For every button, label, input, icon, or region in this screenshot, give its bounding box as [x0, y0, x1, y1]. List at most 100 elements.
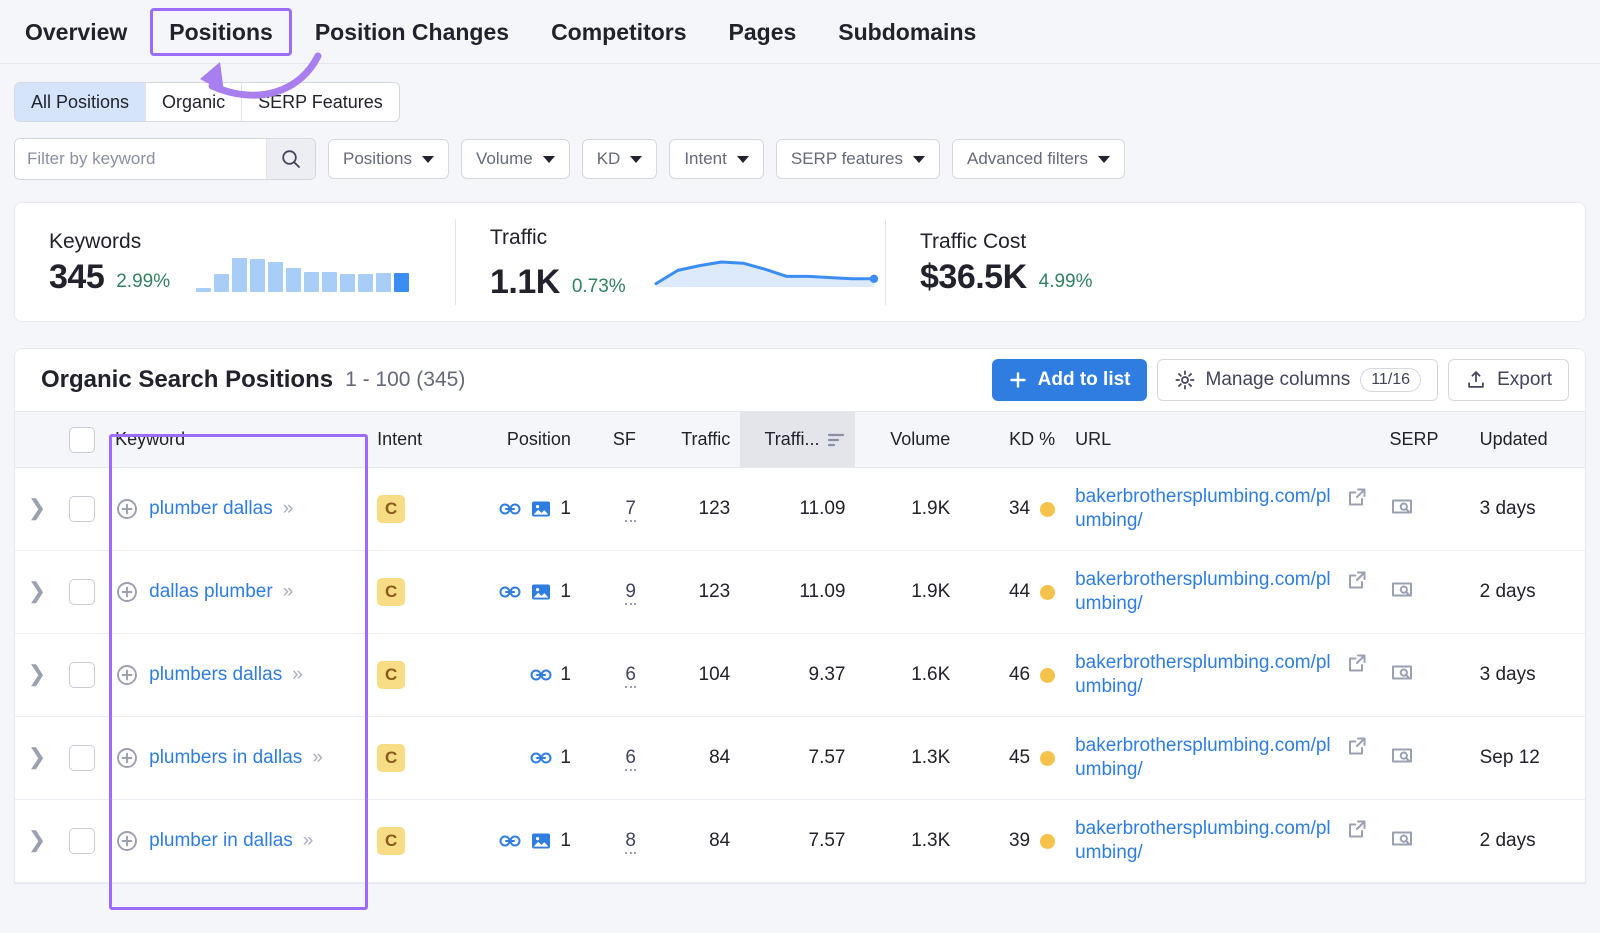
external-link-icon[interactable]: [1345, 485, 1369, 509]
header-keyword[interactable]: Keyword: [105, 411, 368, 468]
chevron-right-icon[interactable]: ❯: [28, 744, 46, 769]
header-traffic[interactable]: Traffic: [645, 411, 741, 468]
nav-item-subdomains[interactable]: Subdomains: [819, 8, 995, 56]
export-button[interactable]: Export: [1448, 359, 1569, 401]
nav-item-competitors[interactable]: Competitors: [532, 8, 705, 56]
organic-positions-panel: Organic Search Positions 1 - 100 (345) A…: [14, 348, 1586, 884]
header-expand: [15, 411, 60, 468]
header-kd[interactable]: KD %: [960, 411, 1066, 468]
add-keyword-icon[interactable]: [115, 829, 139, 853]
search-icon: [282, 150, 300, 168]
filter-kd-label: KD: [596, 149, 621, 168]
row-checkbox[interactable]: [69, 496, 96, 522]
add-keyword-icon[interactable]: [115, 580, 139, 604]
keyword-link[interactable]: plumber dallas: [149, 498, 273, 520]
intent-badge[interactable]: C: [377, 827, 406, 855]
filter-volume[interactable]: Volume: [460, 139, 570, 179]
nav-item-position-changes[interactable]: Position Changes: [296, 8, 528, 56]
serp-preview-icon[interactable]: [1389, 825, 1415, 851]
serp-preview-icon[interactable]: [1389, 493, 1415, 519]
sf-value[interactable]: 9: [625, 581, 636, 605]
header-volume[interactable]: Volume: [855, 411, 961, 468]
sf-value[interactable]: 6: [625, 664, 636, 688]
table-row[interactable]: ❯ plumber dallas » C 1 7 123 11.09 1.9K 34 bakerbr…: [15, 467, 1585, 551]
intent-badge[interactable]: C: [377, 744, 406, 772]
chevron-right-icon[interactable]: ❯: [28, 661, 46, 686]
header-url[interactable]: URL: [1065, 411, 1380, 468]
keyword-link[interactable]: dallas plumber: [149, 581, 273, 603]
header-intent[interactable]: Intent: [367, 411, 458, 468]
header-serp[interactable]: SERP: [1379, 411, 1470, 468]
link-icon: [530, 752, 552, 764]
serp-preview-icon[interactable]: [1389, 659, 1415, 685]
url-link[interactable]: bakerbrothersplumbing.com/plumbing/: [1075, 485, 1337, 533]
row-checkbox[interactable]: [69, 662, 96, 688]
keyword-expand-icon[interactable]: »: [283, 498, 293, 520]
keyword-expand-icon[interactable]: »: [312, 747, 322, 769]
keyword-expand-icon[interactable]: »: [292, 664, 302, 686]
url-link[interactable]: bakerbrothersplumbing.com/plumbing/: [1075, 817, 1337, 865]
serp-preview-icon[interactable]: [1389, 742, 1415, 768]
nav-item-pages[interactable]: Pages: [710, 8, 816, 56]
table-row[interactable]: ❯ plumbers in dallas » C 1 6 84 7.57 1.3K 45 baker…: [15, 716, 1585, 800]
filter-intent-label: Intent: [684, 149, 727, 168]
manage-columns-button[interactable]: Manage columns 11/16: [1156, 359, 1439, 401]
add-keyword-icon[interactable]: [115, 663, 139, 687]
traffic-percent-cell: 7.57: [740, 716, 856, 800]
chevron-right-icon[interactable]: ❯: [28, 578, 46, 603]
filter-positions-label: Positions: [343, 149, 412, 168]
filter-serp-features[interactable]: SERP features: [775, 139, 940, 179]
external-link-icon[interactable]: [1345, 734, 1369, 758]
header-updated[interactable]: Updated: [1469, 411, 1585, 468]
filter-positions[interactable]: Positions: [328, 139, 449, 179]
add-keyword-icon[interactable]: [115, 497, 139, 521]
select-all-checkbox[interactable]: [69, 426, 96, 453]
row-checkbox[interactable]: [69, 828, 96, 854]
filter-intent[interactable]: Intent: [669, 139, 764, 179]
filter-kd[interactable]: KD: [581, 139, 658, 179]
sf-value[interactable]: 7: [625, 498, 636, 522]
search-input[interactable]: [15, 140, 266, 178]
table-row[interactable]: ❯ plumber in dallas » C 1 8 84 7.57 1.3K 39 bakerb…: [15, 799, 1585, 883]
add-keyword-icon[interactable]: [115, 746, 139, 770]
keyword-link[interactable]: plumber in dallas: [149, 830, 293, 852]
external-link-icon[interactable]: [1345, 817, 1369, 841]
row-checkbox[interactable]: [69, 579, 96, 605]
external-link-icon[interactable]: [1345, 568, 1369, 592]
url-link[interactable]: bakerbrothersplumbing.com/plumbing/: [1075, 651, 1337, 699]
add-to-list-button[interactable]: Add to list: [991, 359, 1147, 401]
chevron-right-icon[interactable]: ❯: [28, 827, 46, 852]
table-row[interactable]: ❯ dallas plumber » C 1 9 123 11.09 1.9K 44 bakerbr…: [15, 550, 1585, 634]
serp-preview-icon[interactable]: [1389, 576, 1415, 602]
keyword-link[interactable]: plumbers dallas: [149, 664, 282, 686]
nav-item-positions[interactable]: Positions: [150, 7, 292, 56]
header-traffic-percent[interactable]: Traffi...: [740, 411, 856, 468]
chevron-right-icon[interactable]: ❯: [28, 495, 46, 520]
external-link-icon[interactable]: [1345, 651, 1369, 675]
intent-badge[interactable]: C: [377, 495, 406, 523]
header-sf[interactable]: SF: [580, 411, 646, 468]
sf-value[interactable]: 6: [625, 747, 636, 771]
segment-serp-features[interactable]: SERP Features: [242, 83, 399, 121]
segment-organic[interactable]: Organic: [146, 83, 243, 121]
url-link[interactable]: bakerbrothersplumbing.com/plumbing/: [1075, 568, 1337, 616]
chevron-down-icon: [542, 155, 555, 163]
table-row[interactable]: ❯ plumbers dallas » C 1 6 104 9.37 1.6K 46 bakerbr…: [15, 633, 1585, 717]
intent-badge[interactable]: C: [377, 661, 406, 689]
filter-advanced[interactable]: Advanced filters: [952, 139, 1125, 179]
keyword-link[interactable]: plumbers in dallas: [149, 747, 302, 769]
intent-badge[interactable]: C: [377, 578, 406, 606]
filter-volume-label: Volume: [475, 149, 533, 168]
keyword-expand-icon[interactable]: »: [303, 830, 313, 852]
keyword-expand-icon[interactable]: »: [283, 581, 293, 603]
kd-value: 46: [1008, 664, 1031, 685]
row-checkbox[interactable]: [69, 745, 96, 771]
filter-serp-features-label: SERP features: [790, 149, 903, 168]
nav-item-overview[interactable]: Overview: [6, 8, 146, 56]
segment-all-positions[interactable]: All Positions: [15, 83, 147, 121]
intent-cell: C: [367, 716, 458, 800]
sf-value[interactable]: 8: [625, 830, 636, 854]
url-link[interactable]: bakerbrothersplumbing.com/plumbing/: [1075, 734, 1337, 782]
search-button[interactable]: [266, 139, 315, 179]
header-position[interactable]: Position: [457, 411, 581, 468]
